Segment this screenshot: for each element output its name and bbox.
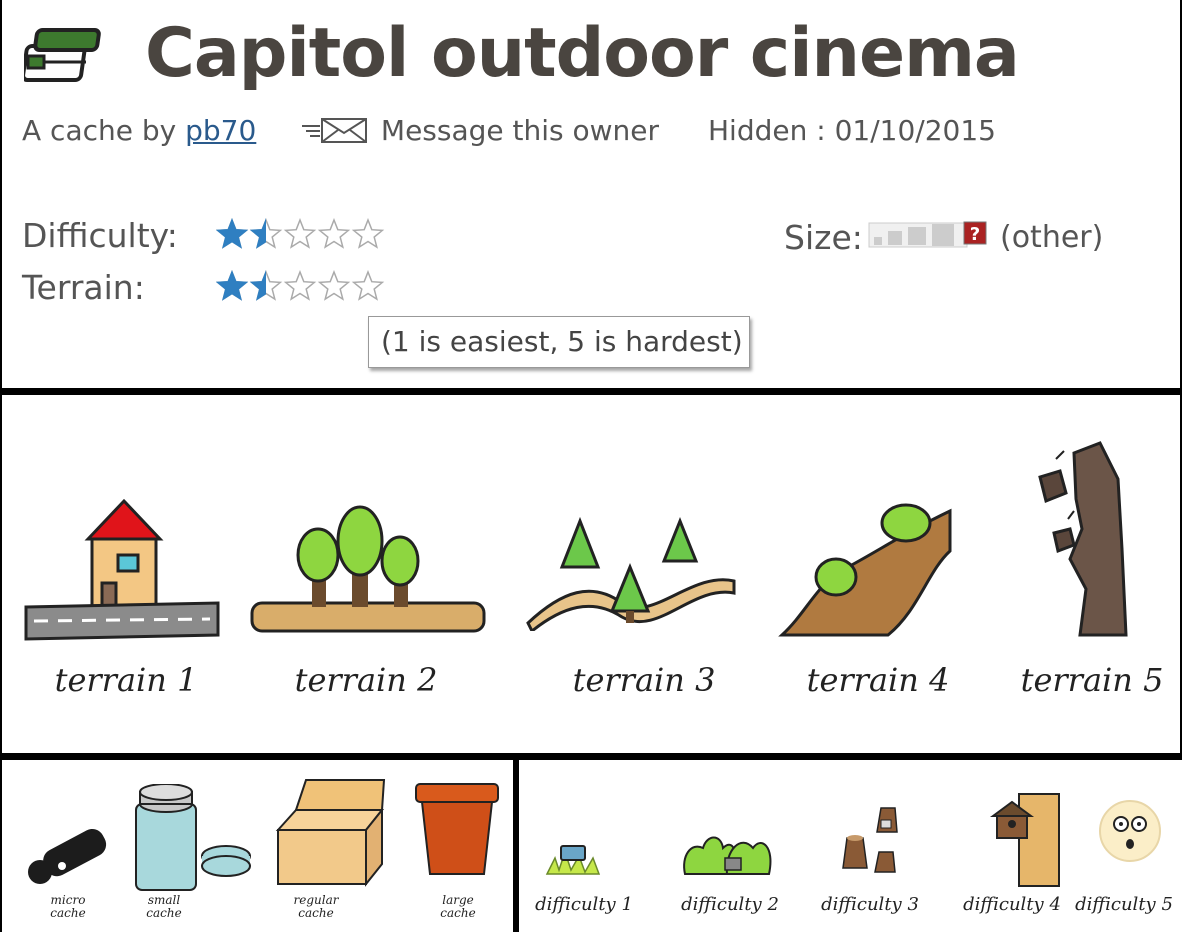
hilly-pines-icon xyxy=(526,516,736,631)
difficulty-5-caption: difficulty 5 xyxy=(1075,894,1173,915)
steep-slope-icon xyxy=(778,503,952,637)
stumps-icon xyxy=(842,807,898,873)
difficulty-legend-panel: difficulty 1 difficulty 2 difficulty 3 d… xyxy=(519,760,1182,932)
message-owner-label: Message this owner xyxy=(380,114,660,147)
terrain-2-caption: terrain 2 xyxy=(294,661,438,699)
house-road-icon xyxy=(24,498,220,641)
owner-link[interactable]: pb70 xyxy=(185,114,256,147)
size-legend-panel: micro cache small cache regular cache large… xyxy=(2,760,513,932)
size-indicator: ? xyxy=(868,221,987,248)
difficulty-star-2-icon xyxy=(249,218,283,249)
terrain-legend-panel: terrain 1 terrain 2 terrain 3 terrain 4 … xyxy=(2,395,1180,753)
size-label: Size: xyxy=(784,218,863,257)
difficulty-label: Difficulty: xyxy=(22,216,178,255)
terrain-star-2-icon xyxy=(249,270,283,301)
jar-container-icon xyxy=(135,784,251,891)
size-value: (other) xyxy=(1000,220,1104,255)
micro-container-icon xyxy=(28,828,107,884)
traditional-cache-container-icon xyxy=(24,28,101,82)
micro-cache-caption: micro cache xyxy=(50,893,86,920)
container-in-grass-icon xyxy=(545,845,601,875)
birdhouse-on-tree-icon xyxy=(989,793,1060,887)
terrain-star-3-icon xyxy=(283,270,317,301)
envelope-icon xyxy=(302,118,367,143)
container-in-bushes-icon xyxy=(683,836,772,875)
terrain-label: Terrain: xyxy=(22,268,145,307)
terrain-star-1-icon xyxy=(216,270,249,301)
terrain-star-5-icon xyxy=(351,270,385,301)
box-container-icon xyxy=(275,779,386,887)
puzzled-face-icon xyxy=(1099,800,1161,862)
terrain-1-caption: terrain 1 xyxy=(54,661,198,699)
difficulty-star-3-icon xyxy=(283,218,317,249)
rating-scale-tooltip: (1 is easiest, 5 is hardest) xyxy=(368,316,750,368)
difficulty-2-caption: difficulty 2 xyxy=(681,894,779,915)
difficulty-star-1-icon xyxy=(216,218,249,249)
difficulty-star-4-icon xyxy=(317,218,351,249)
bucket-container-icon xyxy=(415,783,499,875)
difficulty-star-rating xyxy=(216,218,385,249)
hidden-date: Hidden : 01/10/2015 xyxy=(708,114,996,147)
question-mark-icon: ? xyxy=(963,221,987,245)
svg-text:?: ? xyxy=(970,224,980,245)
difficulty-1-caption: difficulty 1 xyxy=(535,894,633,915)
difficulty-4-caption: difficulty 4 xyxy=(963,894,1061,915)
difficulty-3-caption: difficulty 3 xyxy=(821,894,919,915)
owner-prefix: A cache by xyxy=(22,114,186,147)
trees-flat-icon xyxy=(250,505,486,633)
terrain-5-caption: terrain 5 xyxy=(1020,661,1164,699)
cache-owner-line: A cache by pb70 xyxy=(22,114,256,147)
cache-header-panel: Capitol outdoor cinema A cache by pb70 M… xyxy=(2,0,1180,388)
terrain-star-rating xyxy=(216,270,385,301)
regular-cache-caption: regular cache xyxy=(293,893,339,920)
difficulty-star-5-icon xyxy=(351,218,385,249)
terrain-star-4-icon xyxy=(317,270,351,301)
large-cache-caption: large cache xyxy=(440,893,476,920)
cliff-rocks-icon xyxy=(1038,441,1128,637)
terrain-3-caption: terrain 3 xyxy=(572,661,716,699)
terrain-4-caption: terrain 4 xyxy=(806,661,950,699)
message-owner-link[interactable]: Message this owner xyxy=(302,114,659,147)
page-title: Capitol outdoor cinema xyxy=(145,14,1020,93)
small-cache-caption: small cache xyxy=(146,893,182,920)
